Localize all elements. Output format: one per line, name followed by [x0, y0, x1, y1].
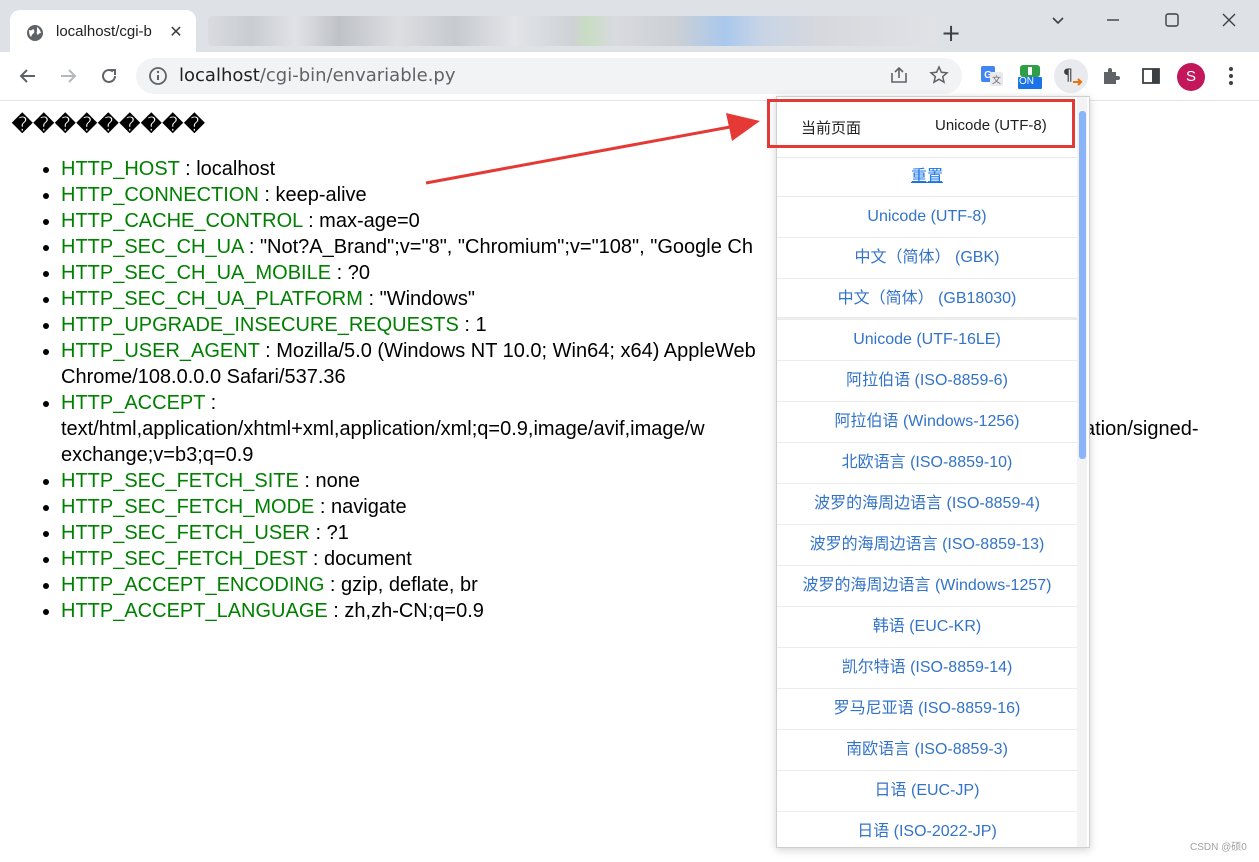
tab-close-icon[interactable]: ✕ [166, 22, 186, 42]
globe-icon [27, 25, 43, 41]
env-value: : ?0 [331, 262, 370, 284]
encoding-item[interactable]: 韩语 (EUC-KR) [777, 607, 1077, 648]
reset-link[interactable]: 重置 [777, 157, 1077, 197]
popup-scrollbar[interactable] [1077, 97, 1087, 847]
url-host: localhost [179, 65, 260, 86]
env-value-cont: Chrome/108.0.0.0 Safari/537.36 [61, 366, 346, 388]
env-value: : keep-alive [258, 184, 367, 206]
env-key: HTTP_SEC_CH_UA_PLATFORM [61, 288, 363, 310]
back-icon[interactable] [14, 62, 42, 90]
forward-icon[interactable] [54, 62, 82, 90]
watermark: CSDN @硕0 [1190, 842, 1247, 853]
env-key: HTTP_CACHE_CONTROL [61, 210, 303, 232]
tab-title: localhost/cgi-b [56, 23, 152, 40]
env-key: HTTP_SEC_FETCH_SITE [61, 470, 299, 492]
env-value: : "Not?A_Brand";v="8", "Chromium";v="108… [243, 236, 753, 258]
encoding-item[interactable]: 北欧语言 (ISO-8859-10) [777, 443, 1077, 484]
env-value: : document [307, 548, 412, 570]
env-value: : 1 [458, 314, 487, 336]
encoding-item[interactable]: 阿拉伯语 (Windows-1256) [777, 402, 1077, 443]
share-icon[interactable] [888, 65, 910, 87]
blurred-tabs[interactable] [208, 16, 936, 46]
side-panel-icon[interactable] [1137, 62, 1165, 90]
env-key: HTTP_SEC_FETCH_DEST [61, 548, 308, 570]
tab-strip: localhost/cgi-b ✕ + [0, 0, 1259, 54]
address-bar[interactable]: localhost/cgi-bin/envariable.py [136, 58, 962, 94]
menu-kebab-icon[interactable] [1217, 62, 1245, 90]
maximize-icon[interactable] [1149, 8, 1195, 32]
minimize-icon[interactable] [1090, 8, 1136, 32]
svg-text:¶: ¶ [1063, 65, 1073, 84]
env-key: HTTP_ACCEPT_ENCODING [61, 574, 325, 596]
env-value: : ?1 [309, 522, 349, 544]
env-value: : zh,zh-CN;q=0.9 [327, 600, 484, 622]
encoding-item[interactable]: 中文（简体） (GB18030) [777, 279, 1077, 320]
env-value: : max-age=0 [302, 210, 420, 232]
tab-search-icon[interactable] [1035, 8, 1081, 32]
star-icon[interactable] [928, 65, 950, 87]
env-value: : [205, 392, 217, 414]
active-tab[interactable]: localhost/cgi-b ✕ [10, 10, 196, 54]
encoding-item[interactable]: 中文（简体） (GBK) [777, 238, 1077, 279]
reload-icon[interactable] [95, 62, 123, 90]
new-tab-icon[interactable]: + [938, 20, 964, 46]
on-extension-icon[interactable]: ON [1016, 62, 1044, 90]
annotation-highlight-box [767, 99, 1075, 148]
env-value: : "Windows" [362, 288, 475, 310]
env-value: : navigate [314, 496, 407, 518]
close-window-icon[interactable] [1206, 8, 1252, 32]
env-value-cont: text/html,application/xhtml+xml,applicat… [61, 418, 705, 440]
env-value-cont: exchange;v=b3;q=0.9 [61, 444, 254, 466]
extensions-puzzle-icon[interactable] [1097, 62, 1125, 90]
env-key: HTTP_UPGRADE_INSECURE_REQUESTS [61, 314, 459, 336]
env-key: HTTP_SEC_FETCH_MODE [61, 496, 315, 518]
env-key: HTTP_ACCEPT_LANGUAGE [61, 600, 328, 622]
toolbar: localhost/cgi-bin/envariable.py G 文 ON ¶ [0, 52, 1259, 101]
url-text: localhost/cgi-bin/envariable.py [179, 65, 456, 86]
encoding-item[interactable]: 波罗的海周边语言 (ISO-8859-13) [777, 525, 1077, 566]
encoding-item[interactable]: Unicode (UTF-16LE) [777, 320, 1077, 361]
env-value: : localhost [179, 158, 276, 180]
env-key: HTTP_SEC_CH_UA [61, 236, 244, 258]
svg-text:文: 文 [992, 74, 1001, 86]
env-key: HTTP_USER_AGENT [61, 340, 260, 362]
encoding-list: Unicode (UTF-8) 中文（简体） (GBK) 中文（简体） (GB1… [777, 197, 1077, 847]
encoding-item[interactable]: 波罗的海周边语言 (Windows-1257) [777, 566, 1077, 607]
env-key: HTTP_SEC_FETCH_USER [61, 522, 310, 544]
encoding-item[interactable]: 日语 (EUC-JP) [777, 771, 1077, 812]
profile-avatar[interactable]: S [1177, 63, 1205, 91]
encoding-item[interactable]: 波罗的海周边语言 (ISO-8859-4) [777, 484, 1077, 525]
env-value: : none [298, 470, 360, 492]
encoding-item[interactable]: 日语 (ISO-2022-JP) [777, 812, 1077, 847]
extension-badge: ON [1019, 76, 1034, 87]
env-value: : gzip, deflate, br [324, 574, 478, 596]
popup-scrollbar-thumb[interactable] [1079, 111, 1086, 459]
url-path: /cgi-bin/envariable.py [259, 65, 456, 86]
charset-extension-icon[interactable]: ¶ [1054, 59, 1088, 93]
env-key: HTTP_CONNECTION [61, 184, 259, 206]
encoding-item[interactable]: 南欧语言 (ISO-8859-3) [777, 730, 1077, 771]
env-value-cont-right: cation/signed- [1074, 418, 1199, 440]
encoding-item[interactable]: 罗马尼亚语 (ISO-8859-16) [777, 689, 1077, 730]
encoding-item[interactable]: Unicode (UTF-8) [777, 197, 1077, 238]
env-key: HTTP_ACCEPT [61, 392, 206, 414]
translate-extension-icon[interactable]: G 文 [978, 62, 1006, 90]
env-key: HTTP_SEC_CH_UA_MOBILE [61, 262, 332, 284]
encoding-popup: 当前页面 Unicode (UTF-8) 重置 Unicode (UTF-8) … [776, 96, 1090, 848]
env-key: HTTP_HOST [61, 158, 180, 180]
info-icon[interactable] [148, 66, 168, 86]
env-value: : Mozilla/5.0 (Windows NT 10.0; Win64; x… [259, 340, 756, 362]
encoding-item[interactable]: 阿拉伯语 (ISO-8859-6) [777, 361, 1077, 402]
encoding-item[interactable]: 凯尔特语 (ISO-8859-14) [777, 648, 1077, 689]
